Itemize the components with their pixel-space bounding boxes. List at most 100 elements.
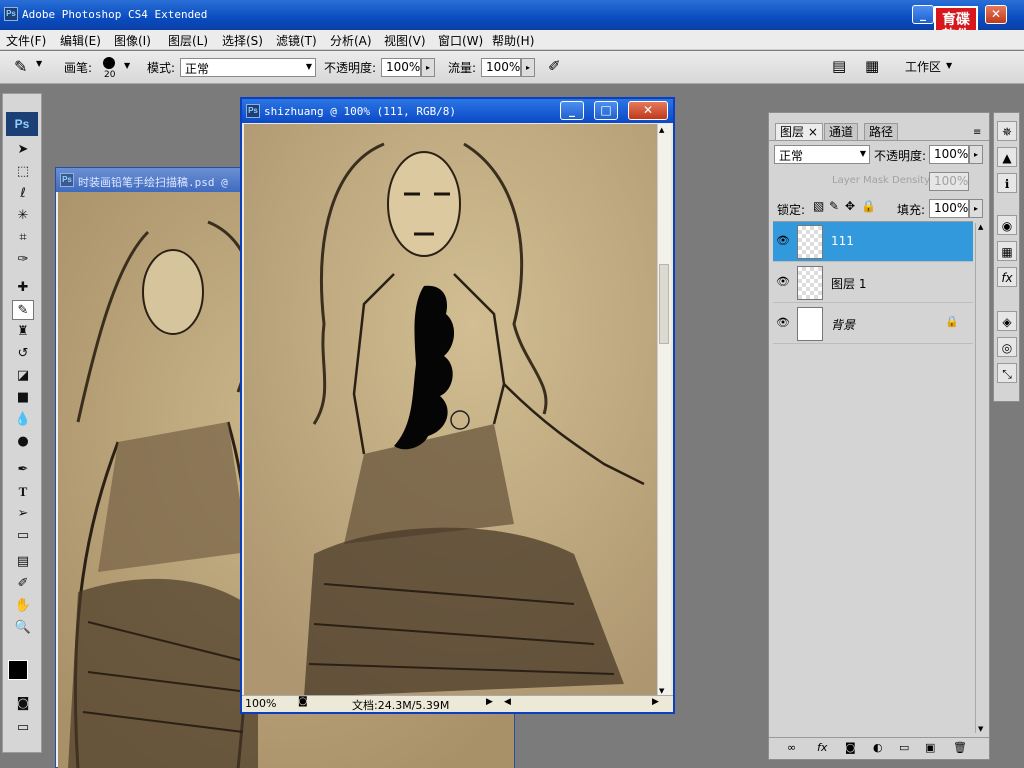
- blur-tool-icon[interactable]: 💧: [12, 410, 34, 430]
- fill-slider[interactable]: ▸: [969, 199, 983, 218]
- mode-select[interactable]: 正常 ▼: [180, 58, 316, 77]
- fill-input[interactable]: 100%: [929, 199, 969, 218]
- new-layer-icon[interactable]: ▣: [925, 741, 935, 754]
- panel-menu-icon[interactable]: ≡: [973, 127, 981, 138]
- airbrush-icon[interactable]: ✐: [548, 57, 561, 75]
- foreground-color-swatch[interactable]: [8, 660, 28, 680]
- path-selection-tool-icon[interactable]: ➢: [12, 504, 34, 524]
- tool-preset-dropdown[interactable]: ▼: [36, 59, 42, 68]
- eye-icon[interactable]: 👁: [775, 316, 791, 330]
- adjustment-layer-icon[interactable]: ◐: [873, 741, 883, 754]
- pen-tool-icon[interactable]: ✒: [12, 460, 34, 480]
- lock-pixels-icon[interactable]: ✎: [829, 199, 839, 213]
- sketch-canvas-front[interactable]: [244, 124, 659, 697]
- hand-tool-icon[interactable]: ✋: [12, 596, 34, 616]
- layer-style-icon[interactable]: fx: [817, 741, 827, 754]
- menu-help[interactable]: 帮助(H): [492, 32, 534, 49]
- bridge-icon[interactable]: ▦: [865, 57, 879, 75]
- eyedropper-tool-icon[interactable]: ✑: [12, 250, 34, 270]
- menu-filter[interactable]: 滤镜(T): [276, 32, 317, 49]
- gradient-tool-icon[interactable]: ■: [12, 388, 34, 408]
- layer-opacity-input[interactable]: 100%: [929, 145, 969, 164]
- brush-tool-icon[interactable]: ✎: [12, 300, 34, 320]
- eye-icon[interactable]: 👁: [775, 275, 791, 289]
- zoom-level[interactable]: 100%: [245, 697, 276, 710]
- menu-view[interactable]: 视图(V): [384, 32, 426, 49]
- vertical-scrollbar[interactable]: ▲ ▼: [657, 124, 671, 697]
- scroll-down-arrow[interactable]: ▼: [978, 725, 983, 733]
- scroll-down-arrow[interactable]: ▼: [659, 687, 664, 695]
- lock-transparency-icon[interactable]: ▧: [813, 199, 824, 213]
- notes-tool-icon[interactable]: ▤: [12, 552, 34, 572]
- move-tool-icon[interactable]: ➤: [12, 140, 34, 160]
- screen-mode-icon[interactable]: ▭: [12, 718, 34, 738]
- layer-row-background[interactable]: 👁 背景 🔒: [773, 304, 973, 344]
- menu-layer[interactable]: 图层(L): [168, 32, 208, 49]
- flow-slider-button[interactable]: ▸: [521, 58, 535, 77]
- menu-edit[interactable]: 编辑(E): [60, 32, 101, 49]
- workspace-dropdown-icon[interactable]: ▼: [946, 61, 952, 70]
- brush-picker-dropdown[interactable]: ▼: [124, 61, 130, 70]
- magic-wand-tool-icon[interactable]: ✳: [12, 206, 34, 226]
- menu-image[interactable]: 图像(I): [114, 32, 151, 49]
- flow-input[interactable]: 100%: [481, 58, 521, 77]
- lock-all-icon[interactable]: 🔒: [861, 199, 876, 213]
- styles-icon[interactable]: fx: [997, 267, 1017, 287]
- layer-row-layer1[interactable]: 👁 图层 1: [773, 263, 973, 303]
- minimize-button[interactable]: _: [912, 5, 934, 24]
- delete-layer-icon[interactable]: 🗑: [953, 741, 967, 754]
- menu-select[interactable]: 选择(S): [222, 32, 263, 49]
- opacity-slider-button[interactable]: ▸: [421, 58, 435, 77]
- lasso-tool-icon[interactable]: ℓ: [12, 184, 34, 204]
- close-button[interactable]: ✕: [985, 5, 1007, 24]
- menu-window[interactable]: 窗口(W): [438, 32, 483, 49]
- scroll-thumb[interactable]: [659, 264, 669, 344]
- doc-close-button[interactable]: ✕: [628, 101, 668, 120]
- lock-position-icon[interactable]: ✥: [845, 199, 855, 213]
- scroll-left-arrow[interactable]: ◀: [504, 697, 511, 707]
- layer-opacity-slider[interactable]: ▸: [969, 145, 983, 164]
- menu-file[interactable]: 文件(F): [6, 32, 46, 49]
- opacity-input[interactable]: 100%: [381, 58, 421, 77]
- info-icon[interactable]: ℹ: [997, 173, 1017, 193]
- brush-preview-icon[interactable]: [103, 57, 115, 69]
- swatches-icon[interactable]: ▦: [997, 241, 1017, 261]
- doc-minimize-button[interactable]: _: [560, 101, 584, 120]
- menu-analysis[interactable]: 分析(A): [330, 32, 372, 49]
- type-tool-icon[interactable]: T: [12, 482, 34, 502]
- zoom-tool-icon[interactable]: 🔍: [12, 618, 34, 638]
- clone-stamp-tool-icon[interactable]: ♜: [12, 322, 34, 342]
- status-info-icon[interactable]: ◙: [298, 696, 308, 707]
- history-brush-tool-icon[interactable]: ↺: [12, 344, 34, 364]
- navigator-icon[interactable]: ✵: [997, 121, 1017, 141]
- histogram-icon[interactable]: ▲: [997, 147, 1017, 167]
- workspace-button[interactable]: 工作区: [905, 58, 941, 75]
- tab-channels[interactable]: 通道: [824, 123, 859, 140]
- scroll-up-arrow[interactable]: ▲: [659, 126, 664, 134]
- tab-layers[interactable]: 图层 ×: [775, 123, 823, 140]
- color-icon[interactable]: ◉: [997, 215, 1017, 235]
- doc-maximize-button[interactable]: □: [594, 101, 618, 120]
- link-layers-icon[interactable]: ∞: [787, 741, 796, 754]
- scroll-up-arrow[interactable]: ▲: [978, 223, 983, 231]
- healing-brush-tool-icon[interactable]: ✚: [12, 278, 34, 298]
- paths-dock-icon[interactable]: ⤡: [997, 363, 1017, 383]
- eraser-tool-icon[interactable]: ◪: [12, 366, 34, 386]
- palette-icon[interactable]: ▤: [832, 57, 846, 75]
- channels-dock-icon[interactable]: ◎: [997, 337, 1017, 357]
- brush-tool-icon[interactable]: ✎: [14, 57, 27, 76]
- shape-tool-icon[interactable]: ▭: [12, 526, 34, 546]
- status-menu-arrow[interactable]: ▶: [486, 697, 493, 707]
- eyedropper-icon[interactable]: ✐: [12, 574, 34, 594]
- marquee-tool-icon[interactable]: ⬚: [12, 162, 34, 182]
- dodge-tool-icon[interactable]: ●: [12, 432, 34, 452]
- add-mask-icon[interactable]: ◙: [845, 741, 856, 754]
- new-group-icon[interactable]: ▭: [899, 741, 909, 754]
- eye-icon[interactable]: 👁: [775, 234, 791, 248]
- layer-row-111[interactable]: 👁 111: [773, 222, 973, 262]
- layers-scrollbar[interactable]: ▲ ▼: [975, 223, 987, 733]
- tab-paths[interactable]: 路径: [864, 123, 899, 140]
- layers-dock-icon[interactable]: ◈: [997, 311, 1017, 331]
- blend-mode-select[interactable]: 正常 ▼: [774, 145, 870, 164]
- scroll-right-arrow[interactable]: ▶: [652, 697, 659, 707]
